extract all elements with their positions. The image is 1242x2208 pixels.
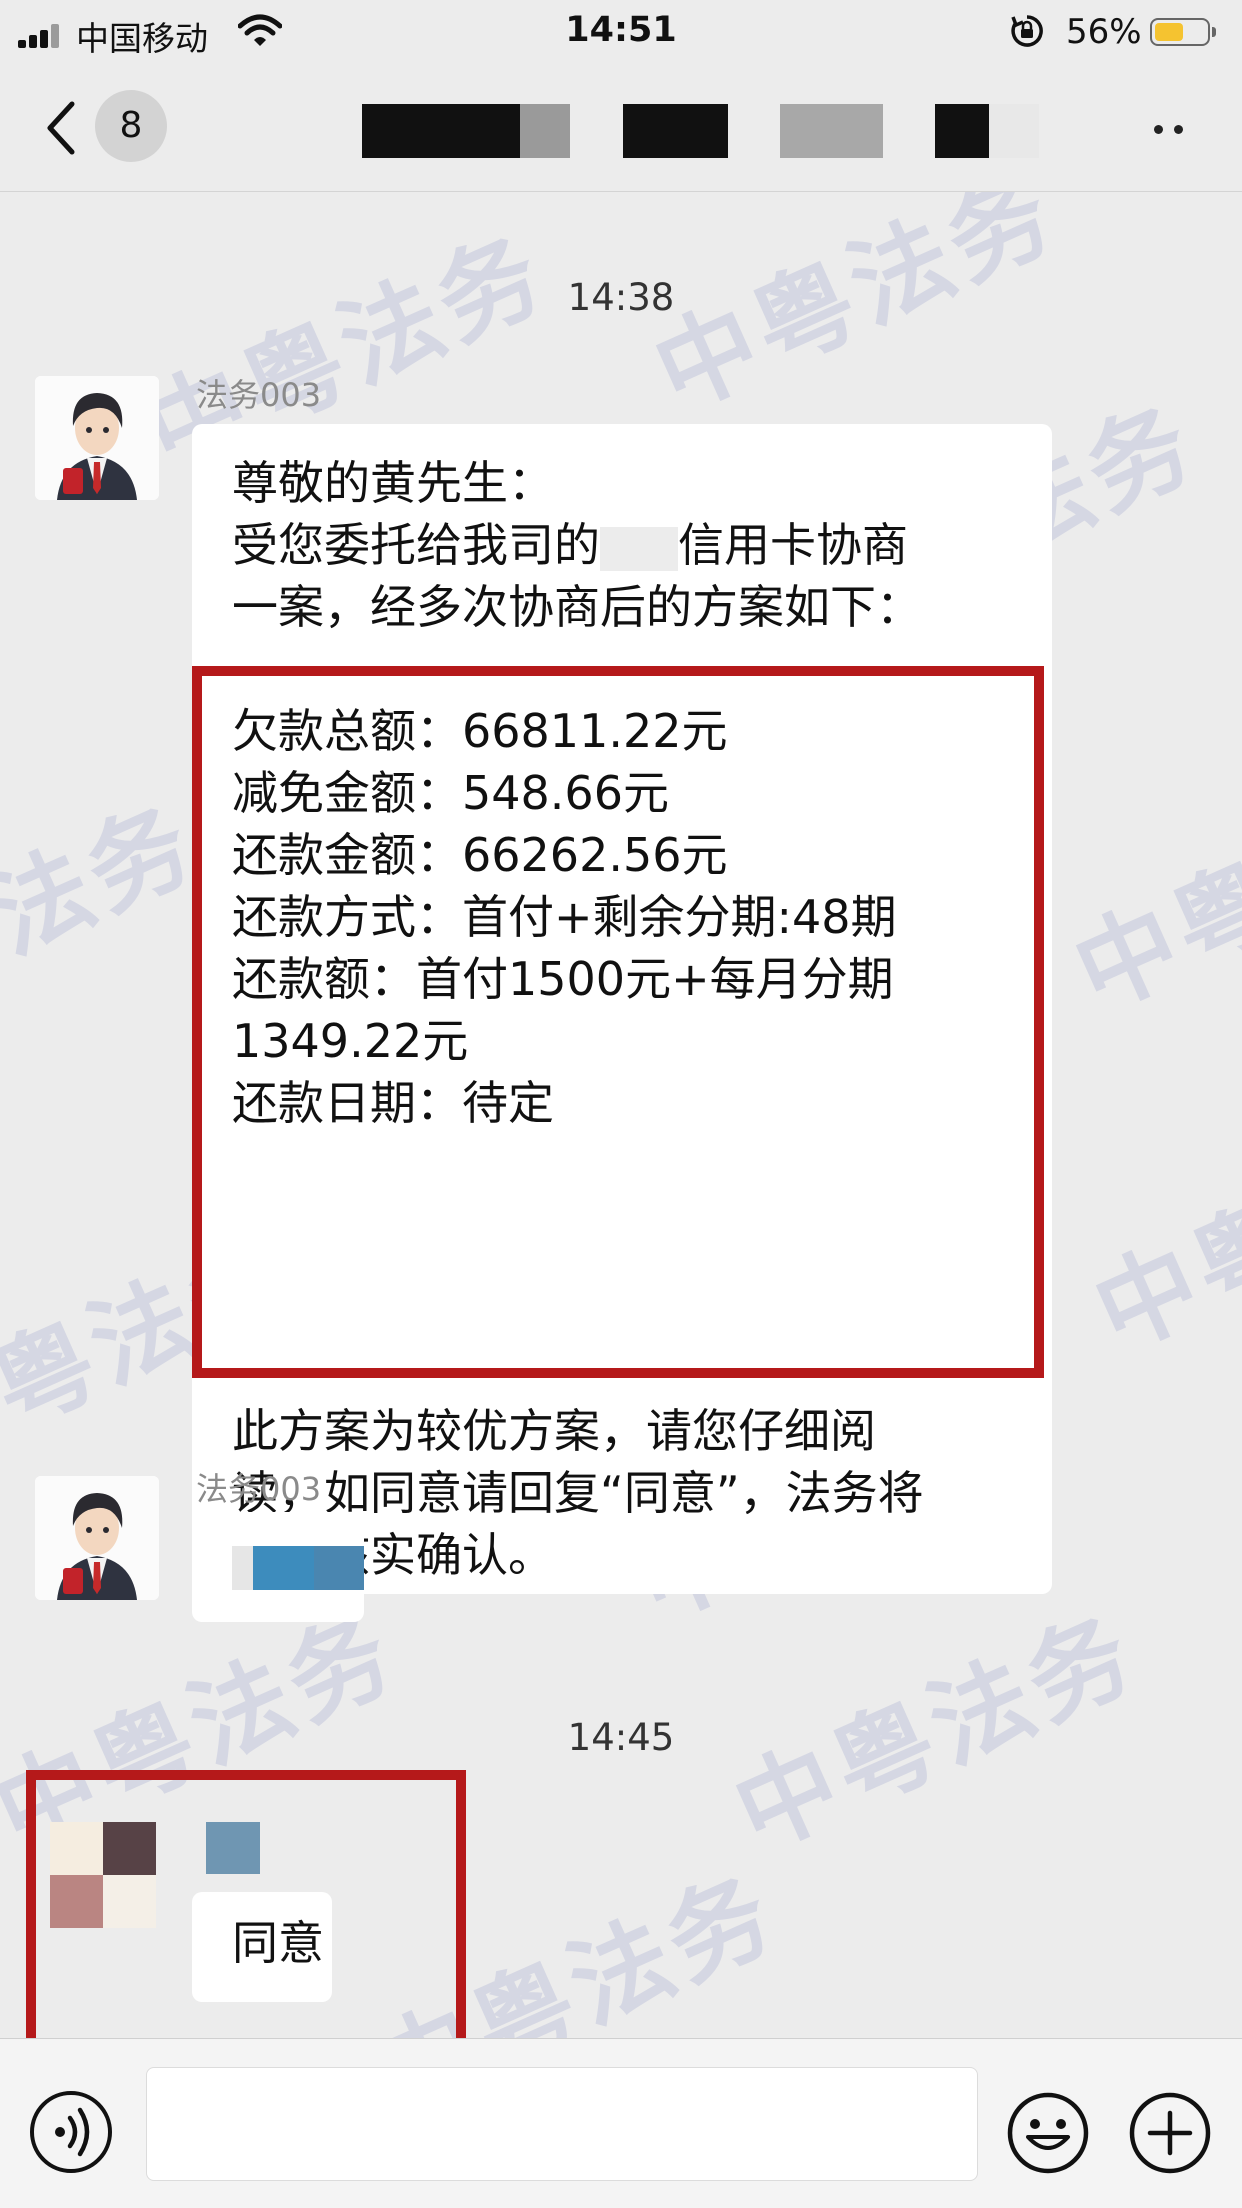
chat-header: 8	[0, 64, 1242, 192]
plan-line: 还款金额：66262.56元	[232, 828, 728, 882]
lawyer-avatar-icon	[35, 376, 159, 500]
chat-title-redacted	[520, 104, 570, 158]
plus-icon[interactable]	[1128, 2091, 1212, 2175]
rotation-lock-icon	[1011, 15, 1043, 47]
avatar[interactable]	[35, 376, 159, 500]
emoji-icon[interactable]	[1006, 2091, 1090, 2175]
plan-line: 还款方式：首付+剩余分期:48期	[232, 890, 897, 944]
battery-percent: 56%	[1066, 12, 1142, 52]
message-list[interactable]: 中粤法务 中粤法务 中粤法务 中粤法务 中粤法务 中粤法务 中粤法务 中粤法务 …	[0, 192, 1242, 2038]
input-bar	[0, 2038, 1242, 2208]
plan-line: 1349.22元	[232, 1014, 469, 1068]
plan-line: 减免金额：548.66元	[232, 766, 669, 820]
watermark: 中粤法务	[0, 783, 214, 1063]
chat-title-redacted	[989, 104, 1039, 158]
message-line: 受您委托给我司的 信用卡协商	[232, 518, 908, 572]
watermark: 中粤法务	[1078, 1093, 1242, 1373]
redacted-bank-name	[600, 526, 678, 571]
voice-icon[interactable]	[30, 2091, 112, 2173]
chat-title-redacted	[362, 104, 532, 158]
sender-name: 法务003	[196, 1470, 322, 1508]
message-timestamp: 14:45	[567, 1716, 675, 1759]
plan-line: 欠款总额：66811.22元	[232, 704, 728, 758]
watermark: 中粤法务	[1058, 753, 1242, 1033]
settlement-plan: 欠款总额：66811.22元 减免金额：548.66元 还款金额：66262.5…	[232, 700, 897, 1134]
message-line: 尊敬的黄先生：	[232, 456, 554, 510]
avatar[interactable]	[35, 1476, 159, 1600]
message-intro: 尊敬的黄先生： 受您委托给我司的 信用卡协商 一案，经多次协商后的方案如下：	[232, 452, 922, 638]
chat-title-redacted	[623, 104, 728, 158]
redacted-message	[232, 1546, 364, 1590]
unread-count-badge[interactable]: 8	[95, 90, 167, 162]
chat-title-redacted	[780, 104, 883, 158]
plan-line: 还款日期：待定	[232, 1076, 554, 1130]
sender-name: 法务003	[196, 376, 322, 414]
message-line: 此方案为较优方案，请您仔细阅	[232, 1404, 876, 1458]
chat-title-redacted	[935, 104, 989, 158]
message-input[interactable]	[146, 2067, 978, 2181]
status-time: 14:51	[565, 10, 677, 50]
status-bar: 中国移动 14:51 56%	[0, 0, 1242, 64]
message-line: 一案，经多次协商后的方案如下：	[232, 580, 922, 634]
chevron-left-icon[interactable]	[42, 98, 82, 158]
plan-line: 还款额：首付1500元+每月分期	[232, 952, 894, 1006]
lawyer-avatar-icon	[35, 1476, 159, 1600]
more-dots-icon[interactable]	[1154, 118, 1204, 138]
battery-icon	[1150, 18, 1216, 46]
highlight-box	[26, 1770, 466, 2038]
message-timestamp: 14:38	[567, 276, 675, 319]
